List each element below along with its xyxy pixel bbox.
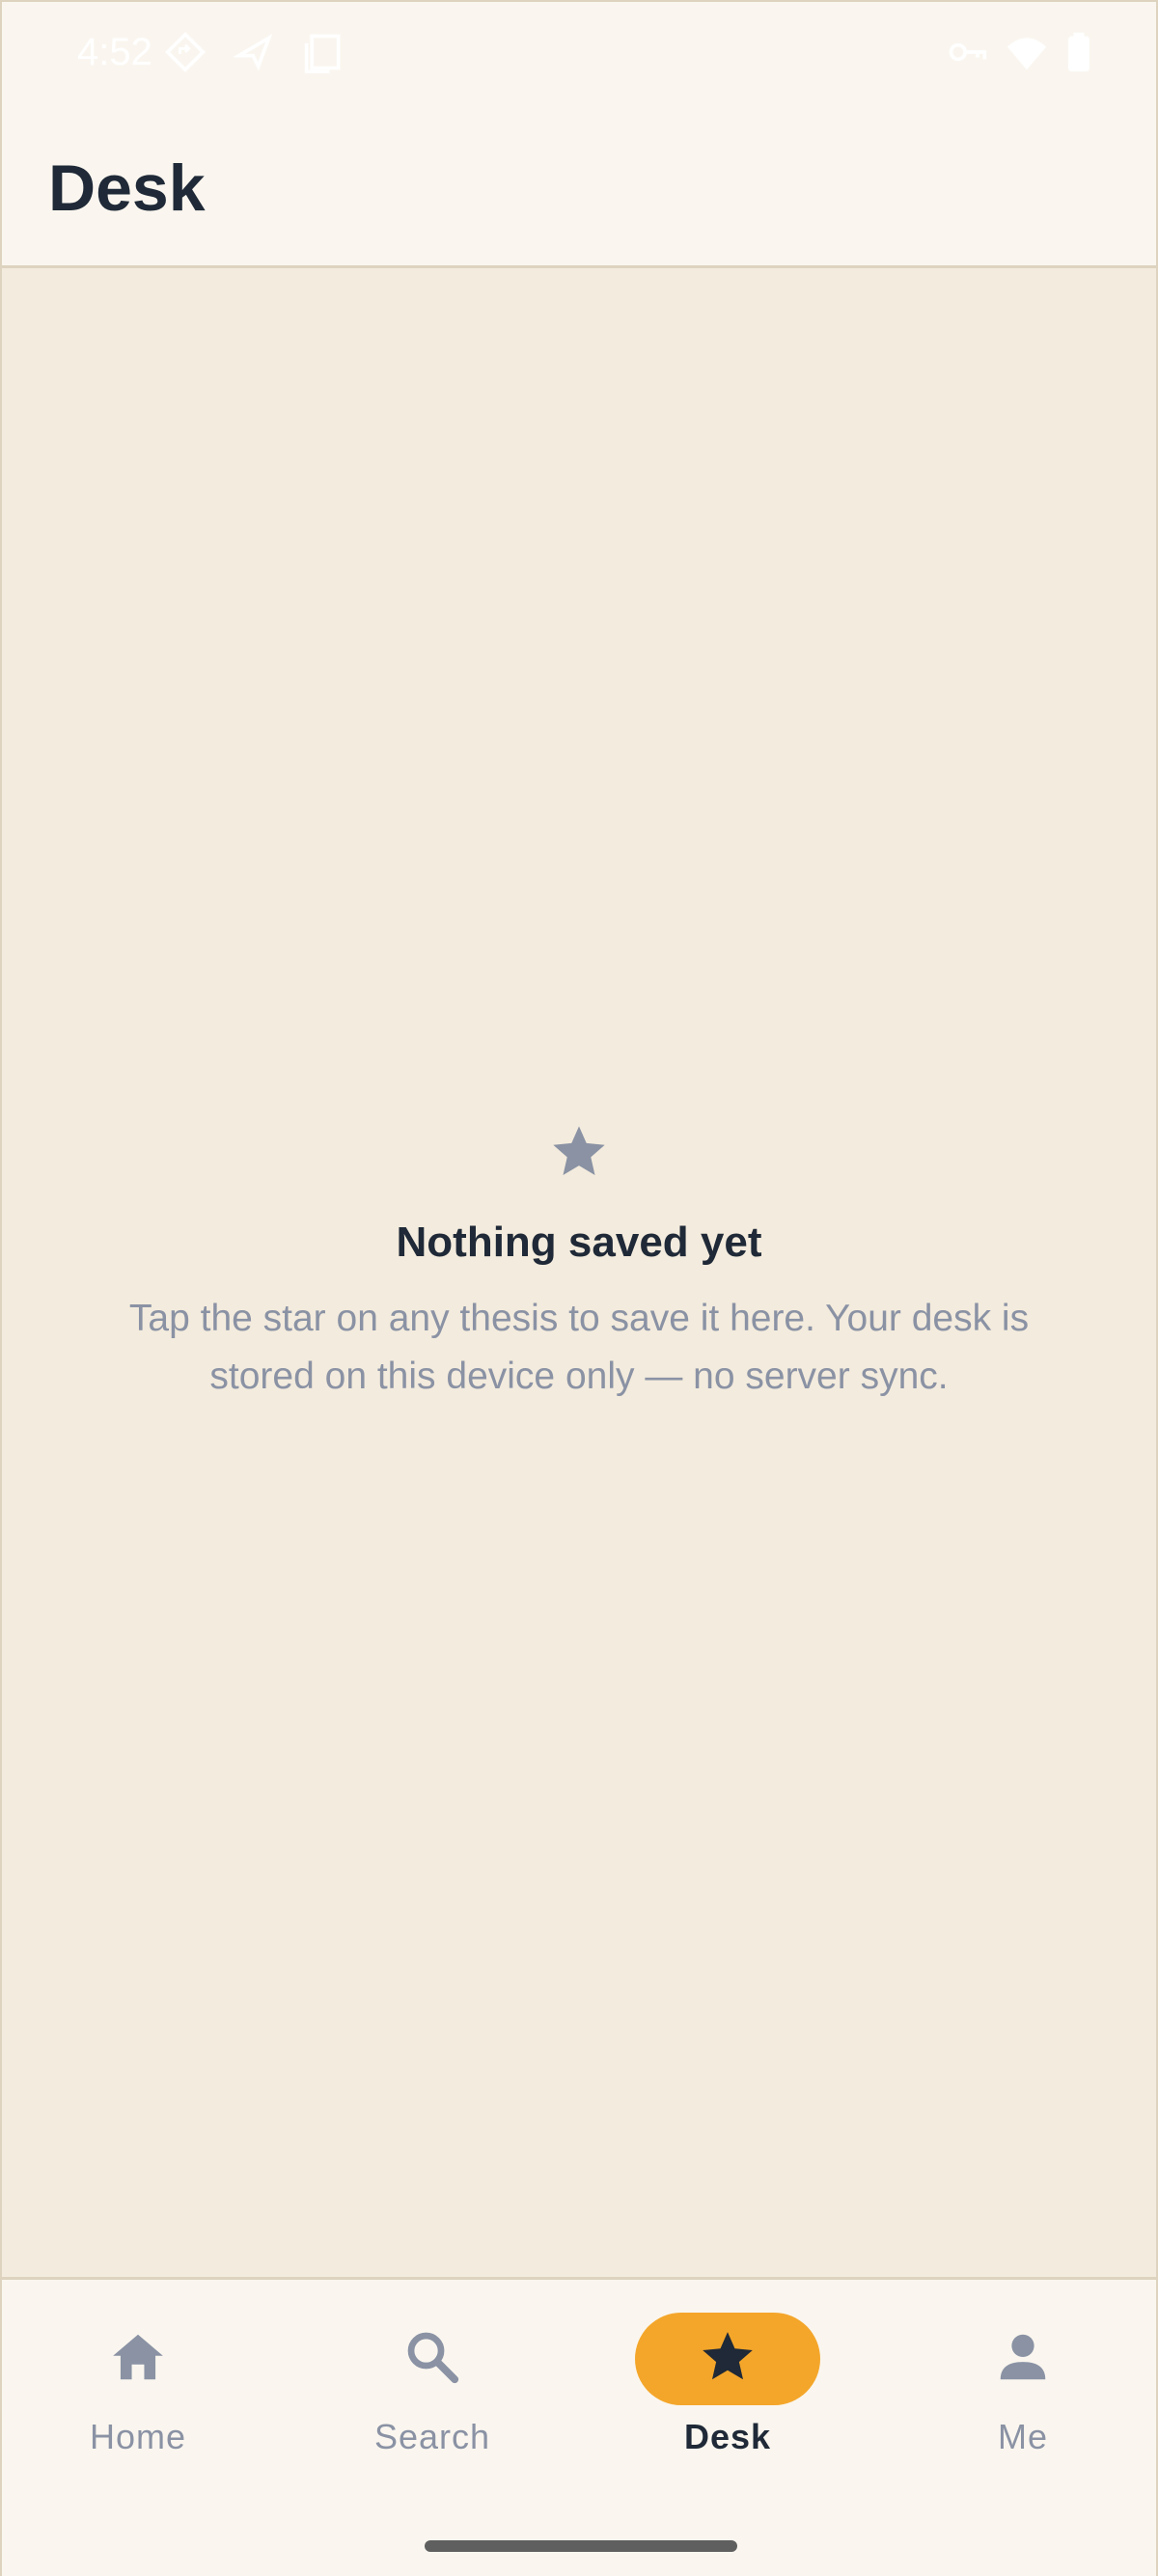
status-bar: 4:52 [2, 2, 1156, 106]
status-left-icons [164, 31, 345, 73]
nav-label-search: Search [373, 2417, 491, 2456]
empty-state-title: Nothing saved yet [396, 1219, 762, 1266]
flight-icon [234, 31, 276, 73]
star-icon [698, 2327, 758, 2392]
nav-item-home[interactable]: Home [22, 2313, 254, 2486]
person-icon [993, 2327, 1053, 2392]
status-time: 4:52 [77, 31, 152, 73]
top-app-bar: Desk [2, 106, 1156, 268]
search-icon [402, 2327, 462, 2392]
nav-label-home: Home [89, 2417, 187, 2456]
location-diamond-icon [164, 31, 207, 73]
home-icon [108, 2327, 168, 2392]
nav-item-search[interactable]: Search [317, 2313, 548, 2486]
page-title: Desk [48, 151, 206, 225]
nav-search-icon-container [340, 2313, 525, 2405]
app-frame: 4:52 Desk Nothing saved yet Tap the star… [0, 0, 1158, 2576]
status-right-icons [946, 31, 1092, 73]
battery-icon [1065, 31, 1092, 73]
nav-label-me: Me [997, 2417, 1048, 2456]
nav-item-desk[interactable]: Desk [612, 2313, 843, 2486]
vpn-key-icon [946, 31, 988, 73]
nav-label-desk: Desk [683, 2417, 772, 2456]
star-icon [548, 1121, 610, 1183]
gesture-home-indicator[interactable] [425, 2540, 737, 2552]
nav-home-icon-container [45, 2313, 231, 2405]
bottom-navigation: Home Search Desk Me [2, 2277, 1156, 2576]
nav-desk-active-pill [635, 2313, 820, 2405]
nav-me-icon-container [930, 2313, 1116, 2405]
nav-item-me[interactable]: Me [907, 2313, 1139, 2486]
screen-icon [303, 31, 345, 73]
wifi-icon [1006, 31, 1048, 73]
empty-state: Nothing saved yet Tap the star on any th… [2, 1121, 1156, 1406]
empty-state-message: Tap the star on any thesis to save it he… [128, 1298, 1030, 1397]
